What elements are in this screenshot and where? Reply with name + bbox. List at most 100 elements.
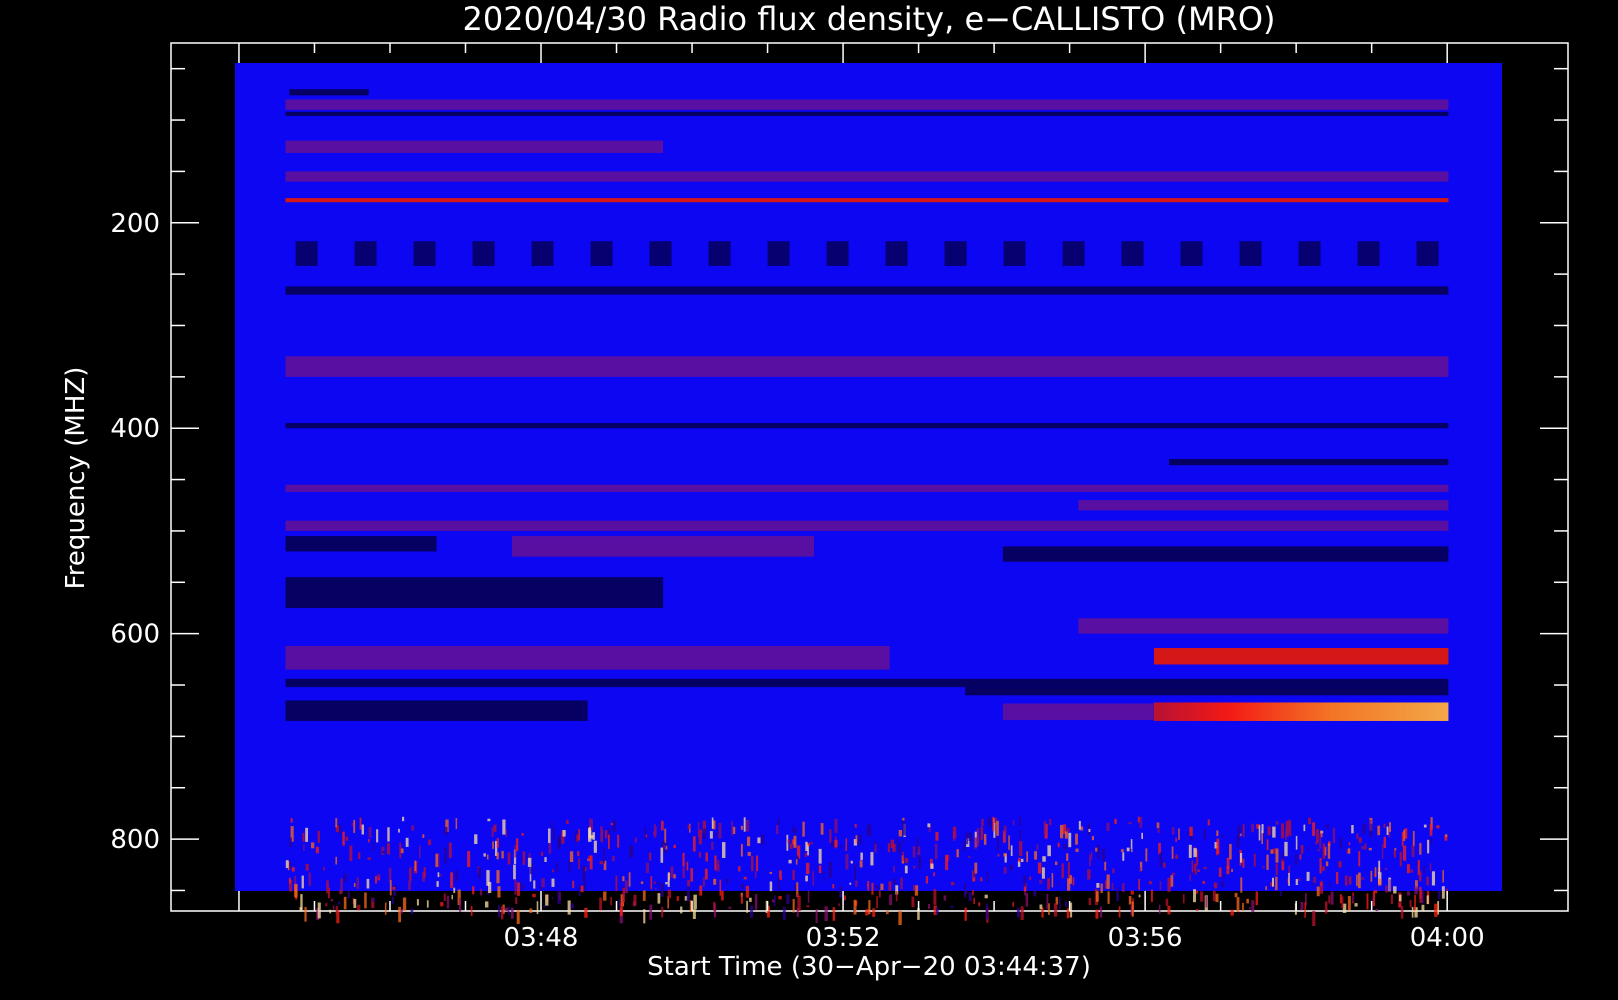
noise-mark bbox=[902, 817, 905, 821]
band-stripe bbox=[1003, 241, 1026, 266]
noise-mark bbox=[741, 884, 744, 889]
noise-mark bbox=[690, 868, 694, 882]
noise-mark bbox=[1023, 875, 1027, 887]
noise-mark bbox=[1122, 852, 1125, 861]
noise-mark bbox=[1039, 879, 1043, 884]
noise-mark bbox=[807, 890, 810, 903]
noise-mark bbox=[1088, 828, 1091, 832]
noise-mark bbox=[834, 840, 838, 848]
noise-mark bbox=[978, 902, 981, 907]
band-stripe bbox=[1062, 241, 1085, 266]
band-15 bbox=[512, 536, 815, 557]
noise-mark bbox=[1306, 871, 1310, 881]
noise-mark bbox=[1064, 901, 1068, 907]
noise-mark bbox=[805, 841, 808, 851]
noise-mark bbox=[1322, 843, 1326, 859]
noise-mark bbox=[680, 906, 683, 914]
noise-mark bbox=[1321, 866, 1325, 871]
noise-mark bbox=[367, 857, 371, 860]
noise-mark bbox=[757, 837, 761, 844]
noise-mark bbox=[1317, 849, 1321, 852]
noise-mark bbox=[483, 853, 486, 857]
noise-mark bbox=[497, 886, 501, 898]
noise-mark bbox=[731, 820, 734, 836]
noise-mark bbox=[342, 831, 345, 846]
noise-mark bbox=[709, 831, 713, 839]
noise-mark bbox=[1394, 848, 1397, 851]
noise-mark bbox=[1362, 823, 1366, 834]
noise-mark bbox=[1399, 894, 1402, 902]
noise-mark bbox=[400, 909, 403, 914]
noise-mark bbox=[1075, 848, 1079, 852]
noise-mark bbox=[515, 838, 519, 852]
noise-mark bbox=[686, 887, 690, 902]
noise-mark bbox=[640, 881, 644, 884]
noise-mark bbox=[1053, 903, 1058, 917]
noise-mark bbox=[1218, 867, 1222, 877]
noise-mark bbox=[897, 842, 902, 853]
noise-mark bbox=[288, 877, 291, 884]
noise-mark bbox=[976, 837, 980, 847]
noise-mark bbox=[1242, 902, 1244, 911]
noise-mark bbox=[1358, 872, 1361, 889]
noise-mark bbox=[416, 899, 419, 906]
noise-mark bbox=[1213, 882, 1218, 889]
noise-mark bbox=[610, 897, 613, 906]
noise-mark bbox=[965, 832, 969, 845]
noise-mark bbox=[888, 881, 892, 891]
noise-mark bbox=[1138, 894, 1141, 898]
noise-mark bbox=[400, 848, 404, 854]
noise-mark bbox=[838, 903, 840, 906]
noise-mark bbox=[622, 887, 626, 903]
noise-mark bbox=[330, 899, 334, 902]
noise-mark bbox=[1203, 829, 1206, 840]
noise-mark bbox=[1339, 837, 1343, 850]
noise-mark bbox=[673, 844, 676, 849]
noise-mark bbox=[540, 851, 544, 856]
noise-mark bbox=[1231, 868, 1233, 872]
noise-mark bbox=[569, 851, 574, 862]
noise-mark bbox=[1406, 864, 1411, 874]
noise-mark bbox=[349, 845, 353, 861]
band-23 bbox=[285, 700, 588, 721]
noise-mark bbox=[1061, 863, 1064, 879]
noise-mark bbox=[1375, 908, 1378, 912]
noise-mark bbox=[818, 848, 822, 864]
noise-mark bbox=[353, 819, 356, 833]
band-stripe bbox=[472, 241, 495, 266]
noise-mark bbox=[516, 910, 520, 924]
noise-mark bbox=[389, 880, 392, 896]
noise-mark bbox=[1025, 893, 1029, 907]
noise-mark bbox=[749, 905, 754, 918]
noise-mark bbox=[1063, 843, 1067, 850]
noise-mark bbox=[984, 894, 988, 899]
band-stripe bbox=[1239, 241, 1262, 266]
noise-mark bbox=[599, 897, 602, 911]
noise-mark bbox=[714, 855, 717, 871]
noise-mark bbox=[840, 845, 843, 848]
noise-mark bbox=[1189, 826, 1193, 836]
noise-mark bbox=[660, 847, 664, 863]
noise-mark bbox=[866, 826, 869, 836]
noise-mark bbox=[1255, 891, 1258, 906]
noise-mark bbox=[589, 855, 593, 870]
noise-mark bbox=[1016, 907, 1020, 918]
noise-mark bbox=[1288, 872, 1290, 886]
noise-mark bbox=[323, 867, 325, 871]
noise-mark bbox=[980, 877, 983, 882]
noise-mark bbox=[1191, 860, 1194, 873]
noise-mark bbox=[289, 837, 292, 848]
noise-mark bbox=[711, 841, 714, 850]
noise-mark bbox=[912, 885, 916, 891]
noise-mark bbox=[1066, 827, 1070, 832]
noise-mark bbox=[630, 846, 634, 856]
noise-mark bbox=[1374, 890, 1378, 894]
noise-mark bbox=[304, 907, 307, 922]
noise-mark bbox=[1381, 844, 1384, 860]
noise-mark bbox=[660, 883, 664, 897]
noise-mark bbox=[622, 876, 625, 882]
noise-mark bbox=[305, 864, 309, 871]
noise-mark bbox=[956, 849, 959, 858]
noise-mark bbox=[996, 837, 999, 852]
noise-mark bbox=[904, 865, 908, 874]
